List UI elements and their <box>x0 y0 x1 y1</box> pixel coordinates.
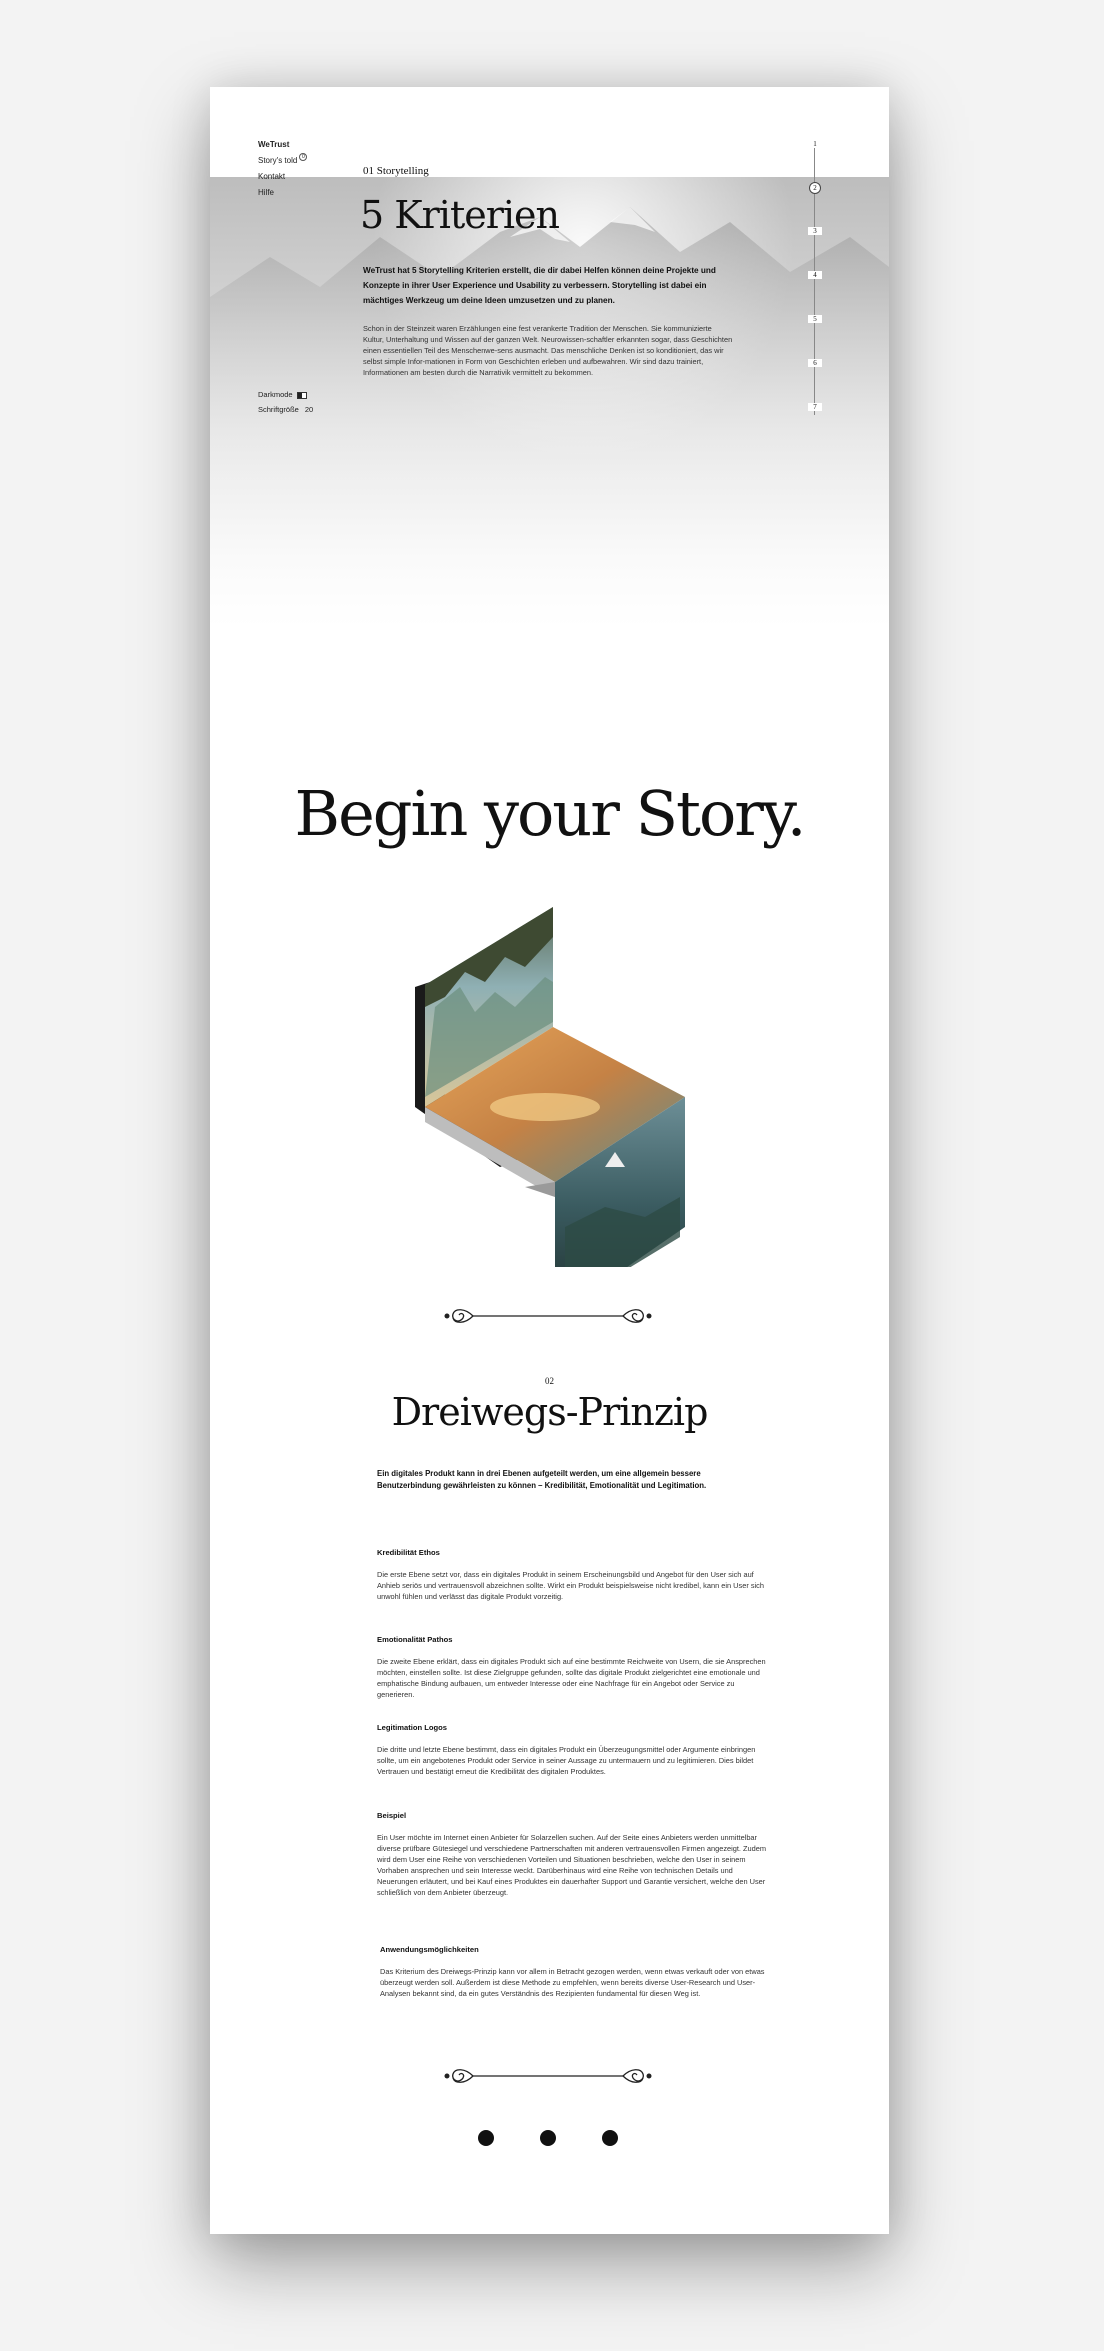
content-block-beispiel: Beispiel Ein User möchte im Internet ein… <box>377 1811 767 1898</box>
pager-item-6[interactable]: 6 <box>808 359 822 367</box>
section-number: 01 Storytelling <box>363 165 429 177</box>
content-block-pathos: Emotionalität Pathos Die zweite Ebene er… <box>377 1635 767 1700</box>
pager-item-1[interactable]: 1 <box>808 140 822 148</box>
sidebar-item-hilfe[interactable]: Hilfe <box>258 185 307 201</box>
sidebar-nav: WeTrust Story's told 0 Kontakt Hilfe <box>258 137 308 201</box>
section-lead-text: Ein digitales Produkt kann in drei Ebene… <box>377 1469 707 1490</box>
block-text: Das Kriterium des Dreiwegs-Prinzip kann … <box>380 1967 765 1998</box>
section-number: 02 <box>545 1376 554 1386</box>
sidebar-item-label: Story's told <box>258 156 298 165</box>
block-text: Die dritte und letzte Ebene bestimmt, da… <box>377 1745 756 1776</box>
fontsize-value[interactable]: 20 <box>305 405 313 414</box>
page-title: 5 Kriterien <box>360 193 560 237</box>
block-text: Ein User möchte im Internet einen Anbiet… <box>377 1833 767 1897</box>
pager-item-5[interactable]: 5 <box>808 315 822 323</box>
intro-lead-text: WeTrust hat 5 Storytelling Kriterien ers… <box>363 266 716 305</box>
content-block-anwendung: Anwendungsmöglichkeiten Das Kriterium de… <box>380 1945 770 1999</box>
pager-item-7[interactable]: 7 <box>808 403 822 411</box>
block-heading: Legitimation Logos <box>377 1723 448 1732</box>
fontsize-setting[interactable]: Schriftgröße 20 <box>258 402 313 417</box>
page-card: WeTrust Story's told 0 Kontakt Hilfe Dark… <box>210 87 889 2234</box>
pagination-dot[interactable] <box>540 2130 556 2146</box>
notification-badge: 0 <box>299 153 308 161</box>
pager-item-2[interactable]: 2 <box>809 182 821 194</box>
sidebar-item-stories[interactable]: Story's told 0 <box>258 153 308 169</box>
block-heading: Anwendungsmöglichkeiten <box>380 1945 479 1954</box>
block-text: Die erste Ebene setzt vor, dass ein digi… <box>377 1570 764 1601</box>
laptop-painting-illustration <box>415 907 685 1267</box>
pager-item-3[interactable]: 3 <box>808 227 822 235</box>
content-block-ethos: Kredibilität Ethos Die erste Ebene setzt… <box>377 1548 767 1602</box>
pagination-dot[interactable] <box>478 2130 494 2146</box>
darkmode-label: Darkmode <box>258 390 293 399</box>
block-heading: Kredibilität Ethos <box>377 1548 440 1557</box>
pagination-dot[interactable] <box>602 2130 618 2146</box>
darkmode-toggle[interactable] <box>296 391 307 399</box>
block-text: Die zweite Ebene erklärt, dass ein digit… <box>377 1657 766 1699</box>
darkmode-setting[interactable]: Darkmode <box>258 387 313 402</box>
content-block-logos: Legitimation Logos Die dritte und letzte… <box>377 1723 767 1777</box>
sidebar-item-kontakt[interactable]: Kontakt <box>258 169 307 185</box>
pager-item-4[interactable]: 4 <box>808 271 822 279</box>
divider-ornament <box>444 1309 652 1323</box>
intro-body-text: Schon in der Steinzeit waren Erzählungen… <box>363 324 733 377</box>
section-title: Dreiwegs-Prinzip <box>391 1390 709 1434</box>
brand-logo[interactable]: WeTrust <box>258 137 307 153</box>
divider-ornament <box>444 2069 652 2083</box>
block-heading: Emotionalität Pathos <box>377 1635 453 1644</box>
block-heading: Beispiel <box>377 1811 407 1820</box>
display-settings: Darkmode Schriftgröße 20 <box>258 387 313 417</box>
fontsize-label: Schriftgröße <box>258 405 299 414</box>
